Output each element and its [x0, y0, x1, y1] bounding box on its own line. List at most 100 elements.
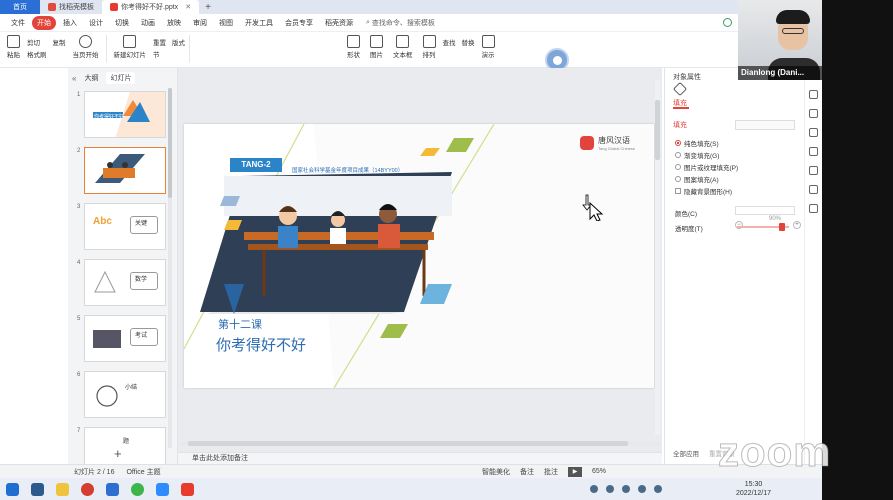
- sync-icon[interactable]: [723, 18, 732, 27]
- app-icon[interactable]: [81, 482, 94, 496]
- tab-outline[interactable]: 大纲: [80, 72, 102, 84]
- arrange-button[interactable]: 排列: [420, 35, 439, 59]
- notes-area[interactable]: 单击此处添加备注: [178, 452, 662, 464]
- smart-beautify-button[interactable]: 智能美化: [482, 467, 510, 477]
- find-button[interactable]: 查找: [443, 37, 456, 47]
- new-slide-button[interactable]: 新建幻灯片: [111, 35, 150, 59]
- canvas-vertical-scrollbar[interactable]: [655, 80, 660, 435]
- screen: 首页 找稻壳模板 你考得好不好.pptx ✕ + 文件 开始 插入 设计 切换 动…: [0, 0, 893, 500]
- cut-button[interactable]: 剪切: [27, 37, 47, 47]
- current-slide[interactable]: TANG-2 国家社会科学基金年度项目成果（14BYY00） 唐风汉语 Tang…: [184, 124, 654, 388]
- reset-button[interactable]: 重置: [153, 37, 166, 47]
- apply-all-button[interactable]: 全部应用: [673, 448, 699, 458]
- tab-slides[interactable]: 幻灯片: [106, 72, 136, 84]
- slide-thumbnail-2[interactable]: [84, 147, 166, 194]
- collapse-icon[interactable]: «: [72, 74, 76, 83]
- option-gradient-fill[interactable]: 渐变填充(G): [675, 150, 719, 160]
- option-solid-fill[interactable]: 纯色填充(S): [675, 138, 719, 148]
- present-button[interactable]: 演示: [479, 35, 498, 59]
- layout-button[interactable]: 版式: [172, 37, 185, 47]
- slide-thumbnail-3[interactable]: Abc 关键: [84, 203, 166, 250]
- transparency-value[interactable]: 90%: [769, 216, 781, 222]
- chat-icon[interactable]: [131, 482, 144, 496]
- menu-slideshow[interactable]: 放映: [162, 16, 186, 30]
- tab-template[interactable]: 找稻壳模板: [40, 0, 102, 14]
- section-button[interactable]: 节: [153, 49, 166, 59]
- network-icon[interactable]: [638, 485, 646, 493]
- fill-type-dropdown[interactable]: [735, 120, 795, 130]
- shape-button[interactable]: 形状: [344, 35, 363, 59]
- color-picker[interactable]: [735, 206, 795, 215]
- windows-start-icon[interactable]: [6, 482, 19, 496]
- slide-thumbnail-4[interactable]: 数学: [84, 259, 166, 306]
- transparency-slider[interactable]: [737, 223, 789, 231]
- explorer-icon[interactable]: [56, 482, 69, 496]
- book-icon[interactable]: [809, 204, 818, 213]
- zoom-app-icon[interactable]: [156, 482, 169, 496]
- theme-name[interactable]: Office 主题: [126, 467, 160, 477]
- textbox-button[interactable]: 文本框: [390, 35, 416, 59]
- scroll-thumb[interactable]: [655, 100, 660, 160]
- tray-icon[interactable]: [590, 485, 598, 493]
- tab-home[interactable]: 首页: [0, 0, 40, 14]
- paste-button[interactable]: 粘贴: [4, 35, 23, 59]
- menu-transition[interactable]: 切换: [110, 16, 134, 30]
- menu-member[interactable]: 会员专享: [280, 16, 318, 30]
- close-icon[interactable]: ✕: [185, 3, 191, 11]
- thumbnail-scrollbar[interactable]: [168, 88, 172, 448]
- menu-developer[interactable]: 开发工具: [240, 16, 278, 30]
- copy-button[interactable]: 复制: [53, 37, 66, 47]
- slide-thumbnail-1[interactable]: 你考得好不好: [84, 91, 166, 138]
- properties-icon[interactable]: [809, 90, 818, 99]
- zoom-level[interactable]: 65%: [592, 468, 606, 475]
- slider-handle[interactable]: [779, 223, 785, 231]
- tray-icon[interactable]: [622, 485, 630, 493]
- slide-group: 重置 版式 节: [153, 35, 185, 59]
- menu-animation[interactable]: 动画: [136, 16, 160, 30]
- play-from-current-button[interactable]: 当页开始: [70, 35, 102, 59]
- canvas-horizontal-scrollbar[interactable]: [180, 441, 660, 446]
- slide-thumbnail-6[interactable]: 小结: [84, 371, 166, 418]
- taskbar-clock[interactable]: 15:30 2022/12/17: [736, 480, 771, 498]
- user-icon: [552, 55, 562, 65]
- picture-button[interactable]: 图片: [367, 35, 386, 59]
- menu-design[interactable]: 设计: [84, 16, 108, 30]
- menu-view[interactable]: 视图: [214, 16, 238, 30]
- new-tab-button[interactable]: +: [199, 0, 217, 14]
- menu-docer[interactable]: 稻壳资源: [320, 16, 358, 30]
- menu-home[interactable]: 开始: [32, 15, 56, 30]
- comments-toggle[interactable]: 批注: [544, 467, 558, 477]
- scroll-thumb[interactable]: [168, 88, 172, 198]
- option-picture-fill[interactable]: 图片或纹理填充(P): [675, 162, 738, 172]
- app-icon[interactable]: [106, 482, 119, 496]
- format-icon[interactable]: [809, 128, 818, 137]
- location-icon[interactable]: [809, 185, 818, 194]
- replace-button[interactable]: 替换: [462, 37, 475, 47]
- menu-insert[interactable]: 插入: [58, 16, 82, 30]
- scroll-thumb[interactable]: [188, 441, 628, 446]
- menu-review[interactable]: 审阅: [188, 16, 212, 30]
- slideshow-icon[interactable]: ▶: [568, 466, 582, 477]
- add-slide-button[interactable]: +: [114, 446, 122, 461]
- share-icon[interactable]: [809, 166, 818, 175]
- panel-tabs: « 大纲 幻灯片: [68, 68, 177, 88]
- notes-toggle[interactable]: 备注: [520, 467, 534, 477]
- wps-app-icon[interactable]: [181, 482, 194, 496]
- hide-background-checkbox[interactable]: 隐藏背景图形(H): [675, 186, 732, 196]
- animation-icon[interactable]: [809, 109, 818, 118]
- tab-document[interactable]: 你考得好不好.pptx ✕: [102, 0, 200, 14]
- fill-section-header[interactable]: 填充: [673, 120, 687, 130]
- tray-icon[interactable]: [606, 485, 614, 493]
- menu-file[interactable]: 文件: [6, 16, 30, 30]
- volume-icon[interactable]: [654, 485, 662, 493]
- plus-icon[interactable]: +: [793, 221, 801, 229]
- property-panel: 对象属性 填充 填充 纯色填充(S) 渐变填充(G) 图片或纹理填充(P) 图案…: [664, 68, 804, 464]
- slide-thumbnail-5[interactable]: 考试: [84, 315, 166, 362]
- app-icon[interactable]: [31, 482, 44, 496]
- new-slide-icon: [123, 35, 137, 48]
- format-painter-button[interactable]: 格式刷: [27, 49, 47, 59]
- participant-video[interactable]: Dianlong (Dani...: [738, 0, 824, 80]
- command-search[interactable]: ⌕ 查找命令、搜索模板: [366, 18, 435, 28]
- help-icon[interactable]: [809, 147, 818, 156]
- option-pattern-fill[interactable]: 图案填充(A): [675, 174, 719, 184]
